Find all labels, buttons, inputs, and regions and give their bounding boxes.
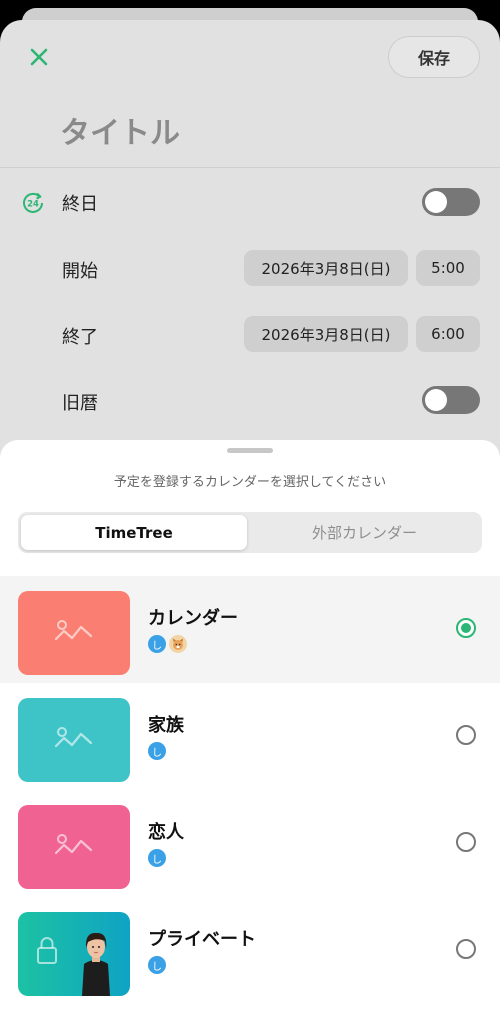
tab-external-calendar[interactable]: 外部カレンダー bbox=[250, 515, 479, 550]
calendar-source-tabs: TimeTree 外部カレンダー bbox=[18, 512, 482, 553]
drag-handle[interactable] bbox=[227, 448, 273, 453]
calendar-name: プライベート bbox=[148, 929, 256, 950]
member-avatars: し bbox=[148, 742, 166, 761]
private-calendar-art bbox=[37, 932, 110, 996]
calendar-name: 恋人 bbox=[148, 822, 184, 843]
title-input[interactable]: タイトル bbox=[60, 108, 180, 152]
calendar-row-partner[interactable]: 恋人 し bbox=[0, 790, 500, 897]
start-date-button[interactable]: 2026年3月8日(日) bbox=[244, 250, 408, 286]
calendar-radio[interactable] bbox=[456, 939, 476, 959]
member-avatar: し bbox=[148, 742, 166, 760]
end-time-button[interactable]: 6:00 bbox=[416, 316, 480, 352]
start-label: 開始 bbox=[62, 261, 98, 282]
lunar-toggle[interactable] bbox=[422, 386, 480, 414]
pet-avatar bbox=[169, 635, 187, 653]
person-illustration bbox=[82, 932, 110, 996]
start-time-button[interactable]: 5:00 bbox=[416, 250, 480, 286]
toggle-knob bbox=[425, 191, 447, 213]
calendar-row-family[interactable]: 家族 し bbox=[0, 683, 500, 790]
save-button[interactable]: 保存 bbox=[388, 36, 480, 78]
member-avatars: し bbox=[148, 956, 166, 975]
lunar-label: 旧暦 bbox=[62, 393, 98, 414]
calendar-thumbnail bbox=[18, 591, 130, 675]
image-placeholder-icon bbox=[54, 620, 93, 641]
calendar-name: カレンダー bbox=[148, 608, 238, 629]
calendar-row-calendar[interactable]: カレンダー し bbox=[0, 576, 500, 683]
end-date-button[interactable]: 2026年3月8日(日) bbox=[244, 316, 408, 352]
member-avatar: し bbox=[148, 635, 166, 653]
svg-text:24: 24 bbox=[27, 200, 39, 210]
image-placeholder-icon bbox=[54, 727, 93, 748]
calendar-thumbnail bbox=[18, 805, 130, 889]
tab-timetree[interactable]: TimeTree bbox=[21, 515, 247, 550]
calendar-radio[interactable] bbox=[456, 725, 476, 745]
divider bbox=[0, 167, 500, 168]
all-day-label: 終日 bbox=[62, 194, 98, 215]
member-avatar: し bbox=[148, 849, 166, 867]
toggle-knob bbox=[425, 389, 447, 411]
image-placeholder-icon bbox=[54, 834, 93, 855]
calendar-radio[interactable] bbox=[456, 832, 476, 852]
close-button[interactable] bbox=[24, 42, 54, 72]
member-avatar: し bbox=[148, 956, 166, 974]
calendar-radio-selected[interactable] bbox=[456, 618, 476, 638]
end-label: 終了 bbox=[62, 327, 98, 348]
24h-clock-icon: 24 bbox=[20, 190, 46, 216]
calendar-picker-panel: 予定を登録するカレンダーを選択してください TimeTree 外部カレンダー カ… bbox=[0, 440, 500, 1017]
member-avatars: し bbox=[148, 635, 187, 654]
calendar-thumbnail bbox=[18, 912, 130, 996]
all-day-toggle[interactable] bbox=[422, 188, 480, 216]
member-avatars: し bbox=[148, 849, 166, 868]
calendar-name: 家族 bbox=[148, 715, 184, 736]
lock-icon bbox=[37, 937, 57, 964]
close-icon bbox=[30, 48, 48, 66]
calendar-row-private[interactable]: プライベート し bbox=[0, 897, 500, 1004]
picker-prompt: 予定を登録するカレンダーを選択してください bbox=[113, 475, 387, 490]
calendar-thumbnail bbox=[18, 698, 130, 782]
